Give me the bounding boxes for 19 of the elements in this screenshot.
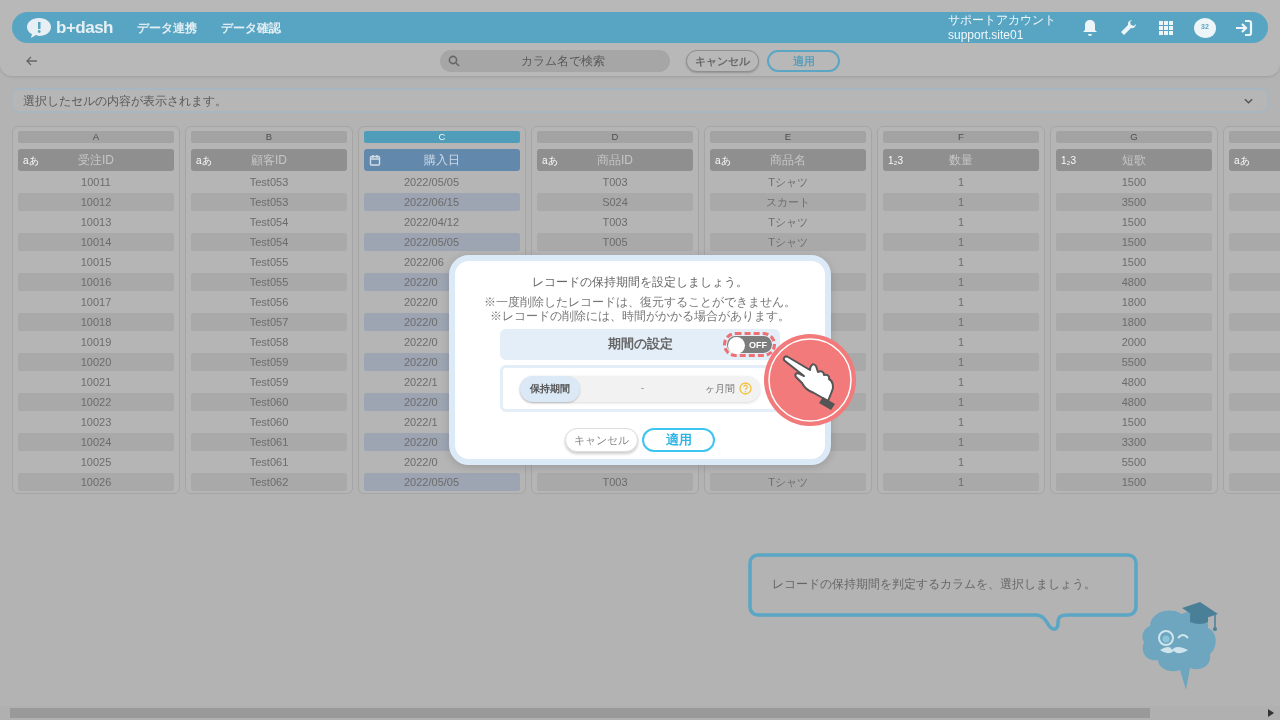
unit-label: ヶ月間 xyxy=(705,382,735,396)
cell-content-text: 選択したセルの内容が表示されます。 xyxy=(23,92,227,110)
logo-text: b+dash xyxy=(56,16,113,39)
type-mark: aあ xyxy=(23,154,39,168)
section-title: 期間の設定 xyxy=(607,336,673,354)
account-id: support.site01 xyxy=(948,27,1025,42)
dialog-title: レコードの保持期間を設定しましょう。 xyxy=(531,274,749,291)
retention-label: 保持期間 xyxy=(520,375,580,402)
type-mark: 1₂3 xyxy=(1061,154,1076,168)
type-mark: aあ xyxy=(542,154,558,168)
type-mark: aあ xyxy=(196,154,212,168)
account-label: サポートアカウント xyxy=(948,13,1056,28)
type-mark: aあ xyxy=(715,154,731,168)
column-name: 購入日 xyxy=(424,152,460,169)
help-text: レコードの保持期間を判定するカラムを、選択しましょう。 xyxy=(772,577,1096,592)
type-mark: aあ xyxy=(1234,154,1250,168)
toggle-state-label: OFF xyxy=(749,339,767,352)
type-mark: 1₂3 xyxy=(888,154,903,168)
retention-value: - xyxy=(640,381,645,395)
